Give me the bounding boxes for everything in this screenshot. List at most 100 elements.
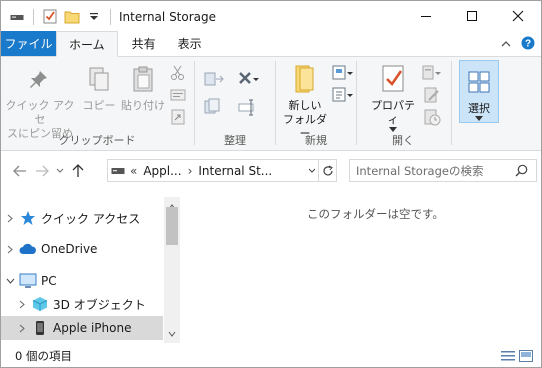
star-icon: [19, 209, 37, 227]
address-history-icon[interactable]: [308, 162, 316, 183]
group-organize: 整理: [195, 57, 275, 151]
forward-arrow-icon: [36, 165, 49, 177]
chevron-right-icon[interactable]: [1, 245, 19, 254]
paste-label: 貼り付け: [121, 99, 165, 112]
minimize-button[interactable]: [403, 1, 449, 31]
window-controls: [403, 1, 541, 31]
chevron-down-icon: [56, 168, 64, 173]
chevron-right-icon[interactable]: [13, 324, 31, 333]
open-icon[interactable]: [421, 63, 443, 83]
search-placeholder: Internal Storageの検索: [356, 163, 484, 178]
tab-file[interactable]: ファイル: [1, 31, 56, 56]
empty-folder-message: このフォルダーは空です。: [307, 207, 444, 221]
window-title: Internal Storage: [119, 9, 217, 24]
breadcrumb-internal-storage[interactable]: Internal St...: [198, 164, 272, 178]
copy-button[interactable]: コピー: [81, 63, 117, 113]
breadcrumb-apple[interactable]: Appl...: [143, 164, 181, 178]
cloud-icon: [19, 240, 37, 258]
group-divider: [451, 61, 452, 145]
nav-item-onedrive[interactable]: OneDrive: [1, 237, 163, 261]
cut-icon[interactable]: [167, 63, 189, 83]
close-button[interactable]: [495, 1, 541, 31]
delete-icon[interactable]: [237, 69, 259, 89]
details-view-icon[interactable]: [501, 350, 515, 365]
open-group-label: 開く: [392, 134, 414, 147]
nav-item-quick-access[interactable]: クイック アクセス: [1, 206, 163, 230]
refresh-button[interactable]: [318, 160, 336, 181]
help-icon[interactable]: ?: [521, 36, 535, 53]
copy-icon: [83, 63, 115, 95]
properties-button[interactable]: プロパティ: [367, 63, 419, 137]
search-icon[interactable]: [515, 164, 528, 180]
toolbar-divider: [110, 8, 111, 25]
tab-view[interactable]: 表示: [170, 31, 210, 56]
edit-icon[interactable]: [421, 85, 443, 105]
search-input[interactable]: Internal Storageの検索: [349, 159, 537, 182]
quick-access-toolbar: [1, 1, 113, 32]
nav-scrollbar[interactable]: [164, 197, 180, 343]
ribbon: クイック アクセ スにピン留め コピー 貼り付け クリップボード 整理 新しい …: [1, 57, 541, 151]
chevron-right-icon[interactable]: [13, 300, 31, 309]
chevron-right-icon[interactable]: [1, 214, 19, 223]
forward-button[interactable]: [31, 160, 53, 182]
select-dropdown-icon: [459, 116, 499, 126]
drive-icon[interactable]: [9, 9, 25, 25]
large-icons-view-icon[interactable]: [519, 350, 533, 365]
properties-check-icon[interactable]: [42, 9, 58, 25]
address-overflow[interactable]: «: [130, 164, 137, 178]
select-label: 選択: [468, 102, 490, 115]
pin-icon: [24, 63, 56, 95]
pin-quick-access-button[interactable]: クイック アクセ スにピン留め: [5, 63, 75, 141]
cube-icon: [31, 295, 49, 313]
select-grid-icon: [463, 66, 495, 98]
history-icon[interactable]: [421, 107, 443, 127]
select-button-content: 選択: [459, 66, 499, 126]
maximize-button[interactable]: [449, 1, 495, 31]
paste-icon: [127, 63, 159, 95]
nav-item-label: PC: [41, 274, 57, 288]
pin-label-line1: クイック アクセ: [5, 99, 75, 126]
move-to-icon[interactable]: [203, 69, 225, 89]
nav-item-pc[interactable]: PC: [1, 269, 163, 293]
breadcrumb-separator-icon[interactable]: ›: [188, 164, 193, 178]
recent-locations-button[interactable]: [53, 160, 67, 182]
back-button[interactable]: [9, 160, 31, 182]
new-item-icon[interactable]: [332, 63, 354, 83]
rename-icon[interactable]: [237, 97, 259, 117]
nav-item-label: OneDrive: [41, 242, 98, 256]
group-clipboard: クイック アクセ スにピン留め コピー 貼り付け クリップボード: [1, 57, 193, 151]
group-open: プロパティ 開く: [357, 57, 449, 151]
nav-item-label: クイック アクセス: [41, 211, 141, 226]
refresh-icon: [322, 165, 333, 175]
paste-button[interactable]: 貼り付け: [119, 63, 167, 113]
nav-item-apple-iphone[interactable]: Apple iPhone: [1, 316, 163, 340]
nav-item-3d-objects[interactable]: 3D オブジェクト: [1, 292, 163, 316]
paste-shortcut-icon[interactable]: [167, 107, 189, 127]
tab-share[interactable]: 共有: [118, 31, 170, 56]
copy-to-icon[interactable]: [203, 97, 225, 117]
expand-ribbon-icon[interactable]: [501, 38, 511, 52]
scrollbar-thumb[interactable]: [166, 207, 178, 245]
status-bar: 0 個の項目: [1, 345, 541, 367]
minimize-icon: [421, 16, 431, 17]
tab-home[interactable]: ホーム: [56, 31, 118, 57]
folder-icon: [289, 63, 321, 95]
new-group-label: 新規: [305, 134, 327, 147]
drive-icon: [108, 167, 128, 175]
nav-item-label: 3D オブジェクト: [53, 297, 146, 312]
customize-toolbar-icon[interactable]: [86, 9, 102, 25]
new-folder-icon[interactable]: [64, 9, 80, 25]
copy-label: コピー: [82, 99, 116, 112]
easy-access-icon[interactable]: [332, 85, 354, 105]
chevron-down-icon[interactable]: [1, 278, 19, 284]
up-arrow-icon: [72, 164, 84, 177]
maximize-icon: [467, 11, 477, 21]
computer-icon: [19, 272, 37, 290]
copy-path-icon[interactable]: [167, 85, 189, 105]
address-bar[interactable]: « Appl... › Internal St...: [107, 159, 337, 182]
properties-icon: [377, 63, 409, 95]
new-folder-button[interactable]: 新しい フォルダー: [278, 63, 332, 141]
up-button[interactable]: [67, 160, 89, 182]
phone-icon: [31, 319, 49, 337]
scroll-down-icon[interactable]: [168, 326, 176, 340]
